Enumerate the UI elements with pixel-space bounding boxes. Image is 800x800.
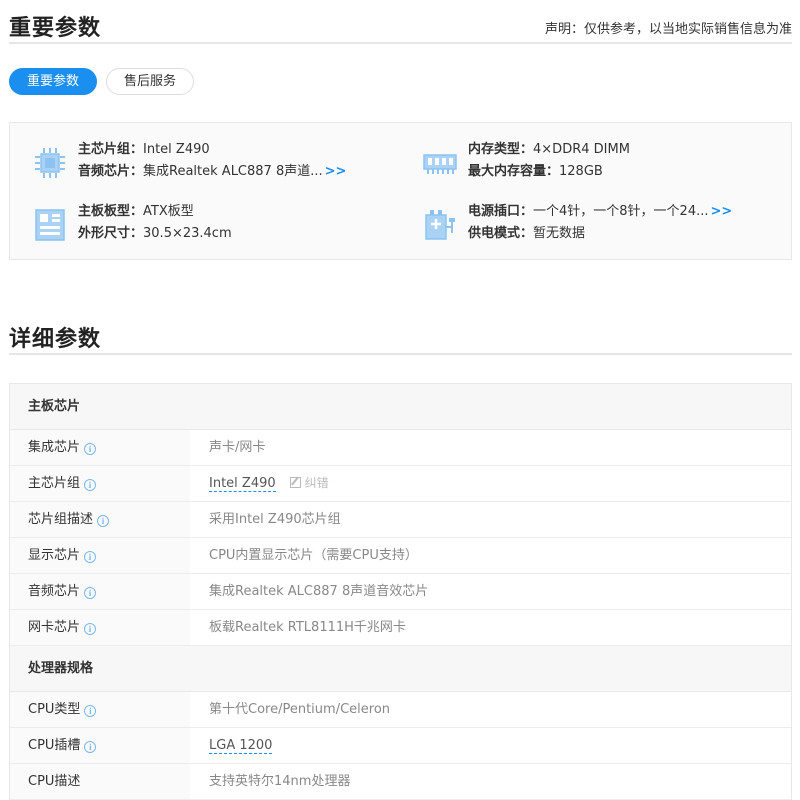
page-title: 重要参数 — [9, 16, 102, 41]
key-value: Intel Z490 — [143, 142, 210, 157]
key-label: 最大内存容量： — [468, 164, 560, 179]
table-row: CPU插槽 i LGA 1200 — [10, 728, 791, 764]
param-name-cell: 集成芯片 i — [10, 430, 190, 465]
table-row: 主芯片组 i Intel Z490 纠错 — [10, 466, 791, 502]
param-name-cell: CPU类型 i — [10, 692, 190, 727]
detail-params-table: 主板芯片 集成芯片 i 声卡/网卡 主芯片组 i Intel Z490 纠错 芯片组描… — [9, 383, 792, 800]
param-name: 显示芯片 — [28, 548, 81, 563]
table-row: 集成芯片 i 声卡/网卡 — [10, 430, 791, 466]
key-value: ATX板型 — [143, 204, 194, 219]
table-row: 网卡芯片 i 板载Realtek RTL8111H千兆网卡 — [10, 610, 791, 646]
param-name: 集成芯片 — [28, 440, 81, 455]
param-value: 板载Realtek RTL8111H千兆网卡 — [209, 620, 406, 635]
info-icon[interactable]: i — [84, 705, 97, 717]
key-label: 主芯片组： — [78, 142, 144, 157]
param-name: 芯片组描述 — [28, 512, 94, 527]
key-value: 暂无数据 — [533, 226, 586, 241]
param-name-cell: 音频芯片 i — [10, 574, 190, 609]
detail-title: 详细参数 — [9, 327, 102, 352]
param-name: CPU描述 — [28, 774, 81, 789]
correct-label: 纠错 — [304, 476, 329, 490]
param-value-cell: Intel Z490 纠错 — [209, 466, 329, 501]
param-name: 主芯片组 — [28, 476, 81, 491]
key-label: 音频芯片： — [78, 164, 144, 179]
info-icon[interactable]: i — [84, 587, 97, 599]
table-row: CPU描述 支持英特尔14nm处理器 — [10, 764, 791, 800]
table-row: 芯片组描述 i 采用Intel Z490芯片组 — [10, 502, 791, 538]
power-plug-icon — [425, 210, 455, 240]
table-row: CPU类型 i 第十代Core/Pentium/Celeron — [10, 692, 791, 728]
memory-icon — [423, 154, 457, 174]
param-name: 网卡芯片 — [28, 620, 81, 635]
param-name-cell: CPU描述 — [10, 764, 190, 799]
edit-icon — [289, 477, 301, 488]
detail-params-header: 详细参数 — [9, 311, 792, 355]
disclaimer-text: 声明：仅供参考，以当地实际销售信息为准 — [544, 22, 792, 37]
param-name-cell: CPU插槽 i — [10, 728, 190, 763]
key-value: 集成Realtek ALC887 8声道... — [143, 164, 323, 179]
group-header: 主板芯片 — [10, 384, 791, 430]
table-row: 音频芯片 i 集成Realtek ALC887 8声道音效芯片 — [10, 574, 791, 610]
param-name: 音频芯片 — [28, 584, 81, 599]
key-label: 外形尺寸： — [78, 226, 144, 241]
key-value: 128GB — [559, 164, 603, 179]
info-icon[interactable]: i — [84, 443, 97, 455]
param-value: 第十代Core/Pentium/Celeron — [209, 702, 391, 717]
key-params-box: 主芯片组：Intel Z490 音频芯片：集成Realtek ALC887 8声… — [9, 122, 792, 260]
param-value-cell: LGA 1200 — [209, 728, 273, 763]
key-value: 4×DDR4 DIMM — [533, 142, 630, 157]
key-label: 内存类型： — [468, 142, 534, 157]
param-name: CPU类型 — [28, 702, 81, 717]
param-value-link[interactable]: LGA 1200 — [209, 738, 273, 754]
key-label: 电源插口： — [468, 204, 534, 219]
info-icon[interactable]: i — [84, 741, 97, 753]
param-value: 声卡/网卡 — [209, 440, 266, 455]
info-icon[interactable]: i — [84, 479, 97, 491]
key-params-header: 重要参数 声明：仅供参考，以当地实际销售信息为准 — [9, 0, 792, 44]
group-header: 处理器规格 — [10, 646, 791, 692]
param-value: 集成Realtek ALC887 8声道音效芯片 — [209, 584, 429, 599]
param-value: 采用Intel Z490芯片组 — [209, 512, 341, 527]
more-link[interactable]: >> — [711, 204, 733, 219]
tab-key-params[interactable]: 重要参数 — [9, 68, 97, 95]
key-value: 一个4针，一个8针，一个24... — [533, 204, 709, 219]
param-value-link[interactable]: Intel Z490 — [209, 476, 276, 492]
correct-button[interactable]: 纠错 — [289, 476, 329, 490]
key-label: 供电模式： — [468, 226, 534, 241]
key-value: 30.5×23.4cm — [143, 226, 232, 241]
more-link[interactable]: >> — [325, 164, 347, 179]
info-icon[interactable]: i — [84, 623, 97, 635]
param-name-cell: 显示芯片 i — [10, 538, 190, 573]
chip-icon — [35, 148, 65, 178]
board-icon — [35, 209, 65, 241]
table-row: 显示芯片 i CPU内置显示芯片（需要CPU支持） — [10, 538, 791, 574]
key-label: 主板板型： — [78, 204, 144, 219]
param-name: CPU插槽 — [28, 738, 81, 753]
info-icon[interactable]: i — [84, 551, 97, 563]
param-value: 支持英特尔14nm处理器 — [209, 774, 351, 789]
param-name-cell: 芯片组描述 i — [10, 502, 190, 537]
tab-after-sales[interactable]: 售后服务 — [106, 68, 194, 95]
param-name-cell: 网卡芯片 i — [10, 610, 190, 645]
info-icon[interactable]: i — [97, 515, 110, 527]
param-value: CPU内置显示芯片（需要CPU支持） — [209, 548, 418, 563]
param-name-cell: 主芯片组 i — [10, 466, 190, 501]
